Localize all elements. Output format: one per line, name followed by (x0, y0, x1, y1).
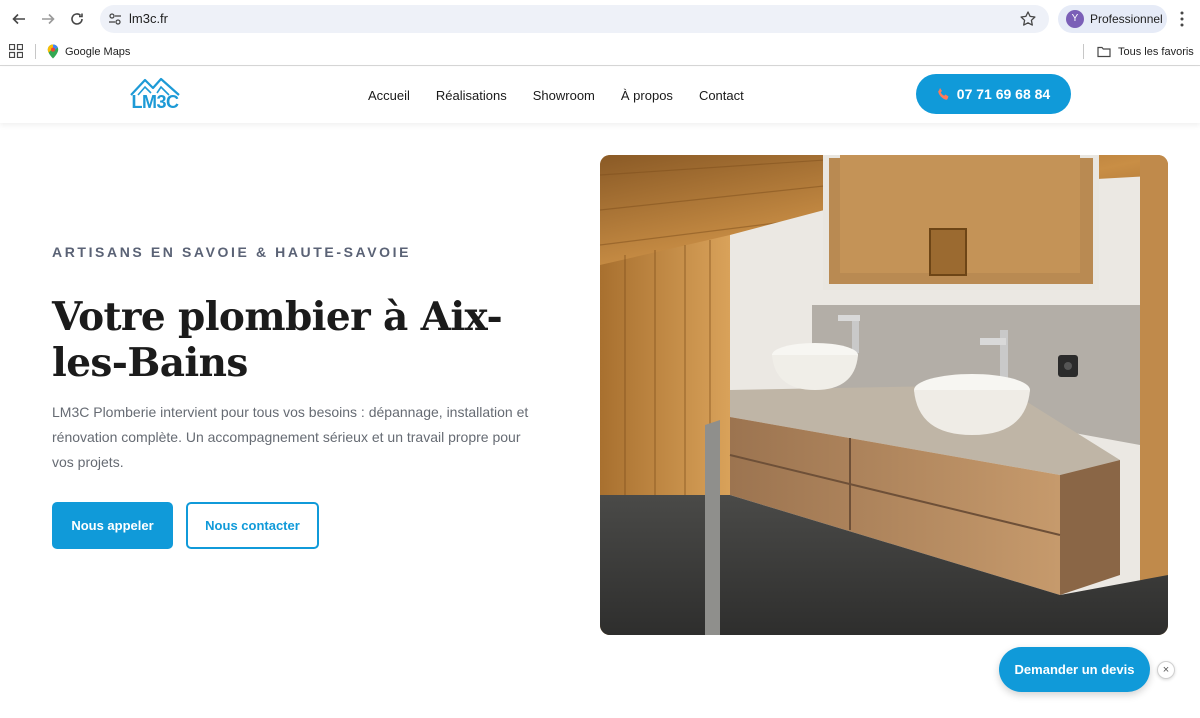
arrow-right-icon (42, 13, 55, 25)
bookmark-google-maps[interactable]: Google Maps (47, 43, 130, 60)
all-bookmarks-label: Tous les favoris (1118, 45, 1194, 58)
reload-icon (71, 13, 83, 25)
arrow-left-icon (12, 13, 25, 25)
address-bar[interactable]: lm3c.fr (100, 5, 1049, 33)
reload-button[interactable] (66, 8, 88, 30)
call-button[interactable]: Nous appeler (52, 502, 173, 549)
bathroom-vanity-image (600, 155, 1168, 635)
request-quote-button[interactable]: Demander un devis (999, 647, 1150, 692)
site-header: LM3C Accueil Réalisations Showroom À pro… (0, 67, 1200, 123)
phone-button[interactable]: 07 71 69 68 84 (916, 74, 1071, 114)
contact-button[interactable]: Nous contacter (186, 502, 319, 549)
main-nav: Accueil Réalisations Showroom À propos C… (355, 67, 770, 123)
phone-icon (938, 88, 949, 100)
bathroom-photo (600, 155, 1168, 635)
bookmark-divider (35, 44, 36, 59)
apps-grid-icon[interactable] (9, 44, 23, 58)
site-logo[interactable]: LM3C (129, 75, 181, 115)
nav-a-propos[interactable]: À propos (621, 88, 673, 103)
logo-text: LM3C (131, 92, 180, 112)
nav-showroom[interactable]: Showroom (533, 88, 595, 103)
avatar: Y (1066, 10, 1084, 28)
profile-name: Professionnel (1090, 12, 1163, 26)
hero-description: LM3C Plomberie intervient pour tous vos … (52, 404, 529, 470)
bookmark-divider (1083, 44, 1084, 59)
forward-button[interactable] (37, 8, 59, 30)
url-text[interactable]: lm3c.fr (129, 11, 168, 26)
google-maps-icon (47, 44, 59, 59)
all-bookmarks-button[interactable]: Tous les favoris (1097, 43, 1194, 60)
nav-accueil[interactable]: Accueil (368, 88, 410, 103)
hero-eyebrow: ARTISANS EN SAVOIE & HAUTE-SAVOIE (52, 244, 412, 260)
bookmarks-bar: Google Maps Tous les favoris (0, 37, 1200, 66)
menu-kebab-icon[interactable] (1174, 9, 1190, 29)
nav-realisations[interactable]: Réalisations (436, 88, 507, 103)
close-icon[interactable]: × (1157, 661, 1175, 679)
back-button[interactable] (8, 8, 30, 30)
folder-icon (1097, 46, 1111, 57)
bookmark-label: Google Maps (65, 45, 131, 58)
browser-toolbar: lm3c.fr Y Professionnel (0, 0, 1200, 37)
profile-button[interactable]: Y Professionnel (1058, 5, 1167, 33)
bookmark-star-icon[interactable] (1019, 10, 1037, 28)
nav-contact[interactable]: Contact (699, 88, 744, 103)
phone-number: 07 71 69 68 84 (956, 86, 1051, 102)
site-info-icon[interactable] (107, 11, 123, 27)
hero-title: Votre plombier à Aix-les-Bains (52, 294, 503, 386)
